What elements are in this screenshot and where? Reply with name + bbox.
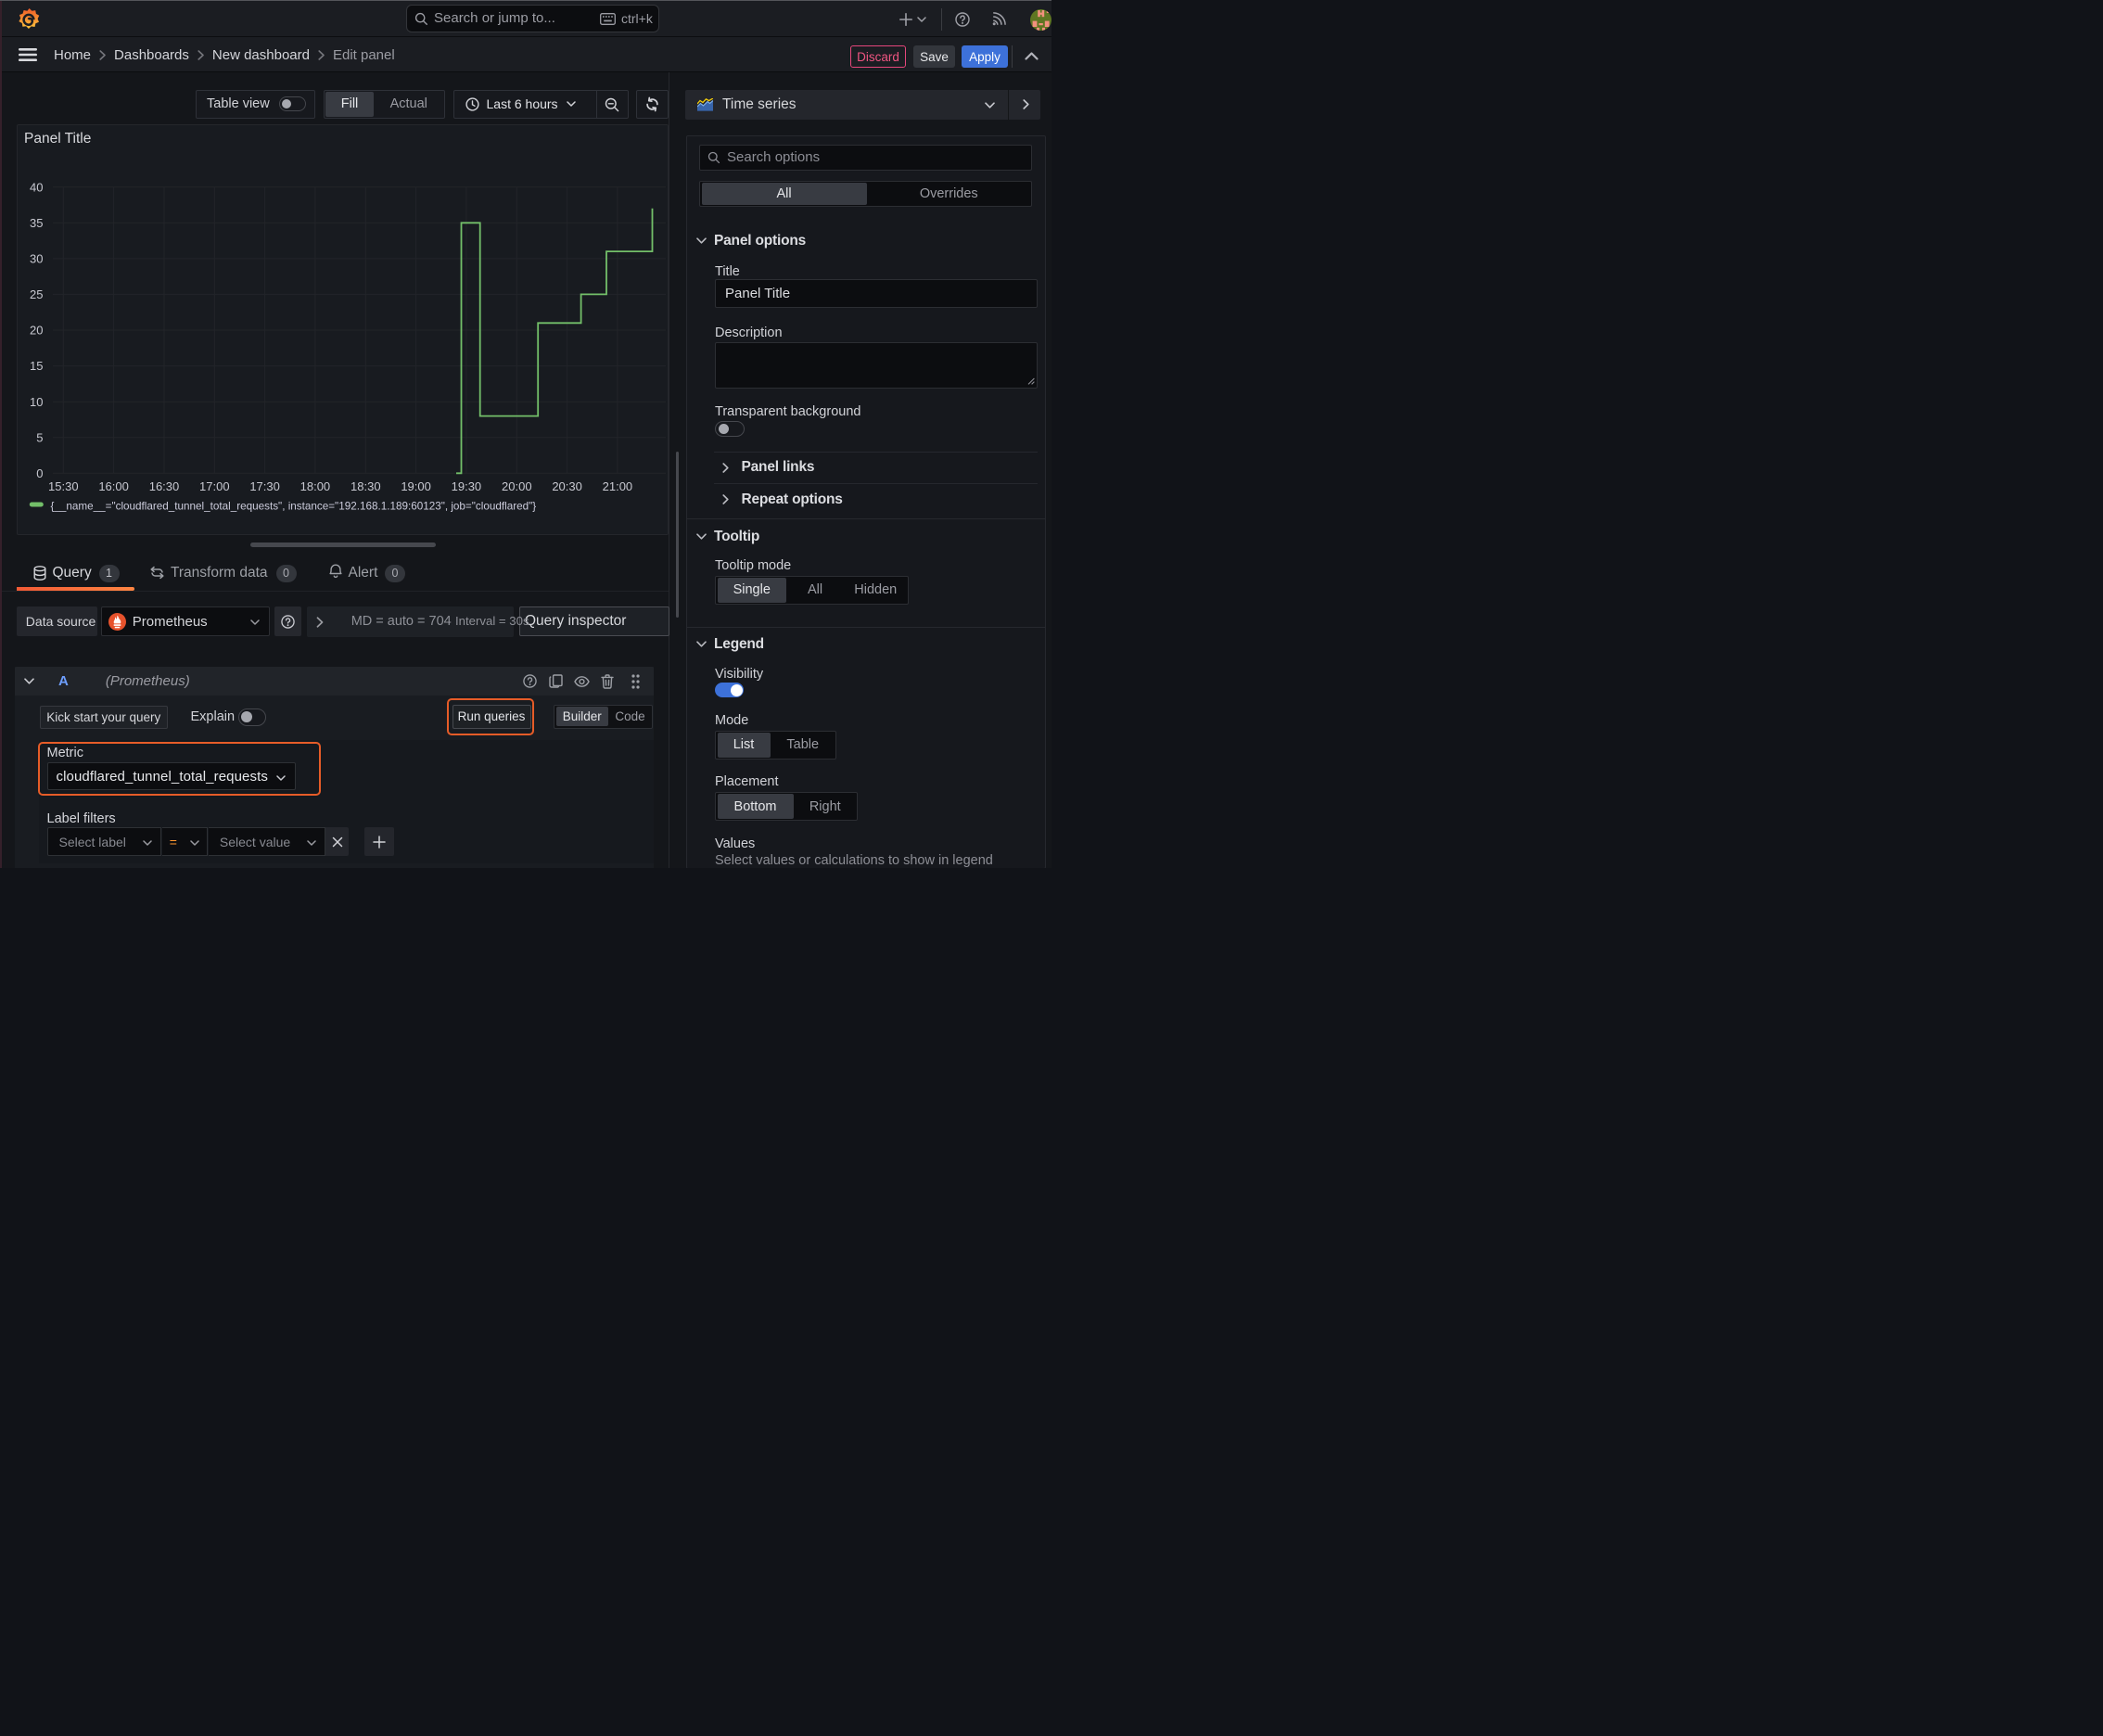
svg-text:17:30: 17:30 [249, 479, 280, 493]
svg-text:10: 10 [30, 395, 43, 409]
svg-text:20:00: 20:00 [502, 479, 532, 493]
svg-text:20: 20 [30, 324, 43, 338]
svg-text:19:00: 19:00 [401, 479, 431, 493]
svg-text:15: 15 [30, 359, 43, 373]
svg-text:19:30: 19:30 [451, 479, 481, 493]
svg-text:35: 35 [30, 216, 43, 230]
svg-text:20:30: 20:30 [552, 479, 582, 493]
svg-text:0: 0 [36, 466, 43, 480]
svg-text:25: 25 [30, 287, 43, 301]
svg-text:15:30: 15:30 [48, 479, 79, 493]
svg-text:18:00: 18:00 [300, 479, 330, 493]
svg-text:21:00: 21:00 [602, 479, 632, 493]
svg-text:16:00: 16:00 [98, 479, 129, 493]
svg-text:5: 5 [36, 430, 43, 444]
svg-text:17:00: 17:00 [199, 479, 230, 493]
svg-text:30: 30 [30, 252, 43, 266]
svg-text:18:30: 18:30 [350, 479, 381, 493]
svg-text:16:30: 16:30 [148, 479, 179, 493]
svg-text:{__name__="cloudflared_tunnel_: {__name__="cloudflared_tunnel_total_requ… [50, 501, 536, 513]
svg-text:40: 40 [30, 180, 43, 194]
